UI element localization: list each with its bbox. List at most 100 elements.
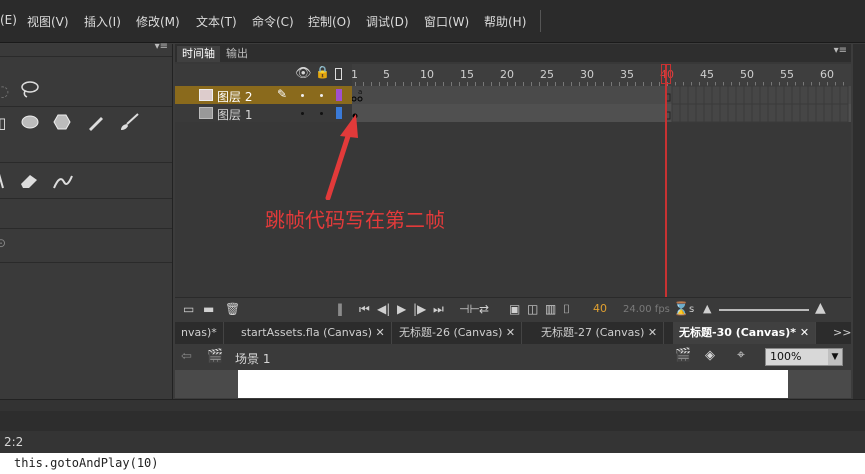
scene-bar: ⇦ 🎬 场景 1 🎬 ◈ ⌖ 100% ▼ [175,344,851,370]
modify-markers-icon[interactable]: ⌷ [563,302,570,317]
frame-cell [831,103,841,123]
zoom-select[interactable]: 100% ▼ [765,348,843,366]
lock-icon[interactable]: 🔒 [315,65,330,79]
frame-cell [695,103,705,123]
frame-cell [679,85,689,105]
panel-menu-icon[interactable]: ▾≡ [155,41,168,52]
divider-icon: ‖ [337,302,343,316]
menu-window[interactable]: 窗口(W) [424,13,469,30]
frame-cell [719,85,729,105]
frame-cell [679,103,689,123]
menu-insert[interactable]: 插入(I) [84,13,121,30]
menu-debug[interactable]: 调试(D) [366,13,409,30]
layer-name[interactable]: 图层 1 [217,106,252,123]
paint-partial-icon[interactable] [0,172,5,194]
menu-view[interactable]: 视图(V) [27,13,69,30]
eye-icon[interactable]: 👁 [295,66,312,81]
tab-timeline[interactable]: 时间轴 [177,46,220,62]
doc-tab-active[interactable]: 无标题-30 (Canvas)* ✕ [673,322,817,344]
visibility-dot[interactable] [301,94,304,97]
play-icon[interactable]: ▶ [397,302,406,316]
empty-keyframe-marker [352,96,357,102]
frame-cell [783,85,793,105]
center-stage-icon[interactable]: ⌖ [737,347,745,363]
center-frame-icon[interactable]: ⊣⊢ [459,302,480,316]
back-arrow-icon[interactable]: ⇦ [181,349,192,364]
frame-cell [815,103,825,123]
edit-scene-icon[interactable]: 🎬 [675,348,691,363]
frame-cell [775,85,785,105]
frame-cell [687,85,697,105]
new-layer-icon[interactable]: ▭ [183,302,194,316]
close-icon[interactable]: ✕ [648,326,657,339]
layer-name[interactable]: 图层 2 [217,88,252,105]
loop-icon[interactable]: ⇄ [479,302,489,316]
timeline-zoom-slider[interactable] [719,309,809,311]
close-icon[interactable]: ✕ [800,326,809,339]
go-to-first-frame-icon[interactable]: ⏮ [359,302,370,317]
scene-name[interactable]: 场景 1 [235,350,270,367]
menu-commands[interactable]: 命令(C) [252,13,294,30]
menu-control[interactable]: 控制(O) [308,13,351,30]
doc-tab[interactable]: 无标题-26 (Canvas) ✕ [393,322,523,344]
rectangle-partial-icon[interactable]: ▯ [0,114,6,132]
tab-output[interactable]: 输出 [221,46,253,62]
stage-canvas[interactable] [238,370,788,398]
layer-color-swatch[interactable] [336,89,342,101]
code-line[interactable]: this.gotoAndPlay(10) [14,456,159,470]
zoom-small-icon[interactable]: ▲ [703,302,711,315]
pencil-tool-icon[interactable] [86,112,106,136]
edit-symbols-icon[interactable]: ◈ [705,348,715,363]
width-tool-icon[interactable] [52,172,74,194]
frame-cell [687,103,697,123]
lock-dot[interactable] [320,94,323,97]
onion-skin-icon[interactable]: ▣ [509,302,520,316]
onion-outline-icon[interactable]: ◫ [527,302,538,316]
panel-menu-icon[interactable]: ▾≡ [834,45,847,56]
menu-help[interactable]: 帮助(H) [484,13,526,30]
frame-rate[interactable]: 24.00 fps [623,304,670,315]
step-forward-icon[interactable]: |▶ [413,302,426,316]
frame-cell [727,103,737,123]
playhead-handle[interactable] [661,64,671,84]
doc-tab-label: 无标题-27 (Canvas) [541,326,645,339]
menu-text[interactable]: 文本(T) [196,13,237,30]
elapsed-time[interactable]: s [689,304,694,315]
frame-cell [783,103,793,123]
go-to-last-frame-icon[interactable]: ⏭ [433,302,444,317]
current-frame[interactable]: 40 [593,302,607,315]
frame-cell [759,85,769,105]
menu-modify[interactable]: 修改(M) [136,13,180,30]
frame-cell [799,103,809,123]
frames-grid: a [352,85,849,123]
delete-layer-icon[interactable]: 🗑 [225,302,240,316]
visibility-dot[interactable] [301,112,304,115]
frame-cell [799,85,809,105]
frame-cell [751,85,761,105]
chevron-down-icon[interactable]: ▼ [828,349,842,365]
close-icon[interactable]: ✕ [506,326,515,339]
eraser-tool-icon[interactable] [18,172,40,194]
polystar-tool-icon[interactable] [52,113,72,135]
close-icon[interactable]: ✕ [376,326,385,339]
pencil-edit-icon: ✎ [277,87,288,101]
actions-toolbar [0,411,865,431]
new-folder-icon[interactable]: ▬ [203,302,214,316]
timeline-tab-bar: 时间轴 输出 ▾≡ [175,44,851,62]
oval-tool-icon[interactable] [20,114,40,134]
layer-type-icon [199,107,213,119]
brush-tool-icon[interactable] [118,112,140,136]
doc-tab[interactable]: nvas)* [175,322,224,344]
zoom-large-icon[interactable]: ▲ [815,300,826,316]
edit-multiple-icon[interactable]: ▥ [545,302,556,316]
zoom-partial-icon[interactable]: ⊙ [0,236,6,250]
annotation-arrow [325,114,358,200]
menu-edit[interactable]: (E) [0,13,17,27]
frame-cell [711,85,721,105]
doc-tab[interactable]: startAssets.fla (Canvas) ✕ [235,322,392,344]
lasso-icon[interactable] [20,80,40,102]
step-back-icon[interactable]: ◀| [377,302,390,316]
outline-icon[interactable] [335,68,342,80]
lasso-partial-icon[interactable]: ◌ [0,82,9,100]
doc-tab[interactable]: 无标题-27 (Canvas) ✕ [535,322,665,344]
